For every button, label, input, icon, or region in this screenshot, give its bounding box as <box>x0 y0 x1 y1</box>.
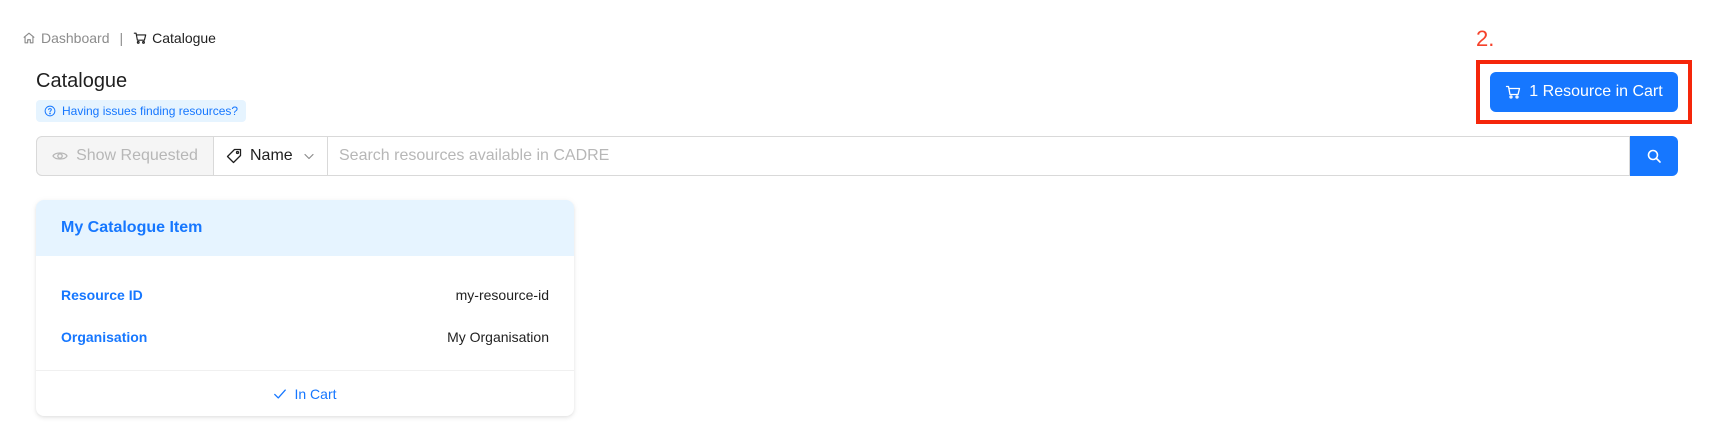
help-tag[interactable]: Having issues finding resources? <box>36 100 247 122</box>
breadcrumb-catalogue: Catalogue <box>133 30 216 46</box>
breadcrumb-dashboard-label: Dashboard <box>41 30 110 46</box>
card-title: My Catalogue Item <box>36 200 574 256</box>
card-body: Resource ID my-resource-id Organisation … <box>36 256 574 370</box>
search-icon <box>1647 149 1661 163</box>
in-cart-action[interactable]: In Cart <box>36 370 574 416</box>
show-requested-button[interactable]: Show Requested <box>36 136 214 176</box>
card-row-resource-id: Resource ID my-resource-id <box>61 274 549 316</box>
resources-in-cart-button[interactable]: 1 Resource in Cart <box>1490 72 1678 112</box>
card-row-value: My Organisation <box>447 329 549 345</box>
breadcrumb-catalogue-label: Catalogue <box>152 30 216 46</box>
card-row-label: Resource ID <box>61 287 143 303</box>
breadcrumb-dashboard[interactable]: Dashboard <box>22 30 110 46</box>
breadcrumb: Dashboard | Catalogue <box>22 30 216 46</box>
cart-button-label: 1 Resource in Cart <box>1529 83 1663 100</box>
annotation-step-label: 2. <box>1476 26 1495 51</box>
tag-icon <box>226 148 242 164</box>
check-icon <box>274 388 287 399</box>
cart-icon <box>133 32 147 44</box>
breadcrumb-separator: | <box>119 30 124 46</box>
card-row-label: Organisation <box>61 329 148 345</box>
help-tag-label: Having issues finding resources? <box>62 104 239 118</box>
home-icon <box>23 32 35 44</box>
page-title: Catalogue <box>36 70 128 92</box>
chevron-down-icon <box>304 153 314 160</box>
question-circle-icon <box>44 105 56 117</box>
card-row-organisation: Organisation My Organisation <box>61 316 549 358</box>
search-bar: Show Requested Name <box>36 136 1678 176</box>
eye-icon <box>52 152 68 160</box>
cart-icon <box>1506 85 1521 99</box>
catalogue-item-card: My Catalogue Item Resource ID my-resourc… <box>36 200 574 416</box>
show-requested-label: Show Requested <box>76 147 198 164</box>
search-button[interactable] <box>1630 136 1678 176</box>
card-row-value: my-resource-id <box>455 287 549 303</box>
search-field-selected: Name <box>250 147 293 164</box>
search-input[interactable] <box>328 136 1630 176</box>
in-cart-label: In Cart <box>294 385 337 402</box>
search-field-select[interactable]: Name <box>214 136 328 176</box>
catalogue-page: Dashboard | Catalogue Catalogue Having i… <box>0 0 1714 444</box>
